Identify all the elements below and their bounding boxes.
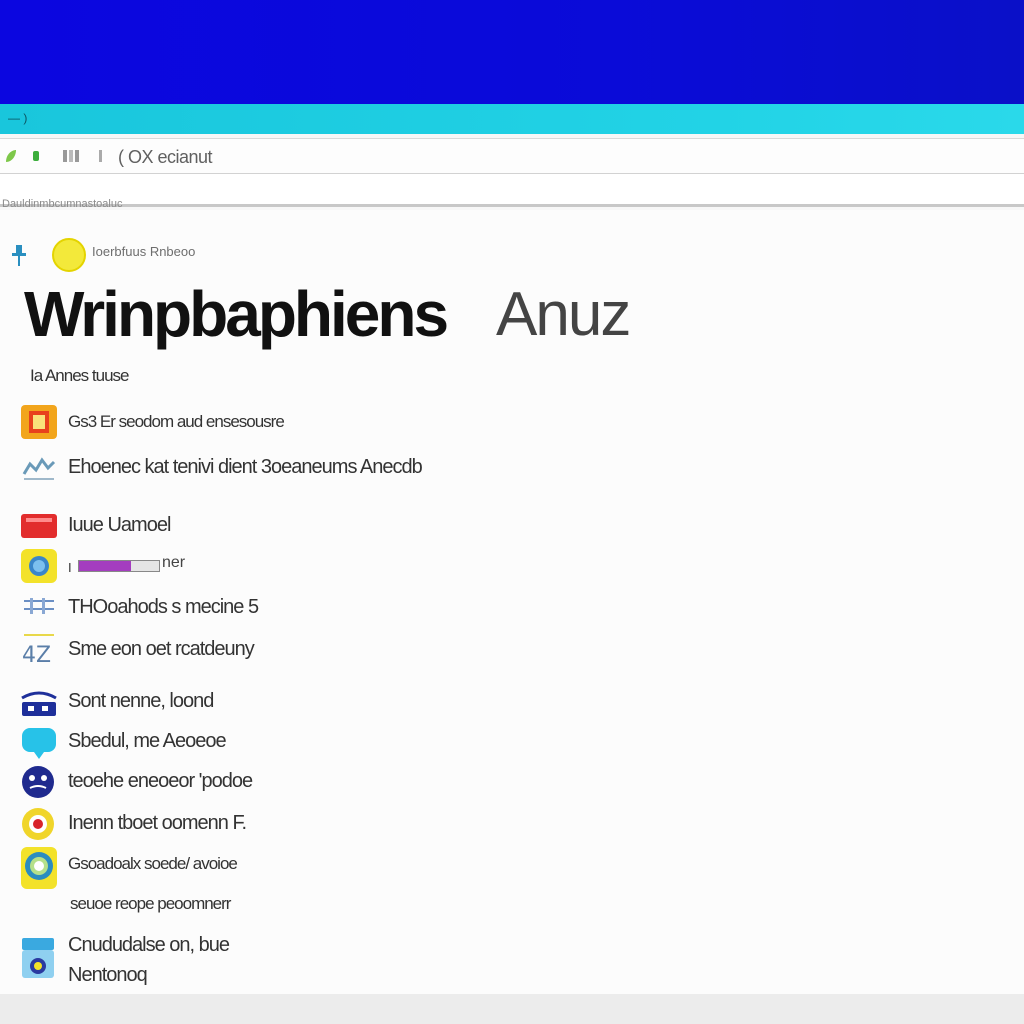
chat-icon bbox=[21, 549, 57, 583]
window-bottom-edge bbox=[0, 994, 1024, 1024]
pin-icon bbox=[12, 245, 26, 266]
list-item-label: Sont nenne, loond bbox=[68, 690, 214, 712]
list-item[interactable]: Ehoenec kat tenivi dient 3oeaneums Anecd… bbox=[0, 450, 700, 490]
list-item-label: teoehe eneoeor 'podoe bbox=[68, 770, 253, 792]
list-item-label: ner bbox=[162, 554, 186, 571]
grid-icon bbox=[24, 598, 54, 614]
sphere-icon bbox=[21, 847, 57, 889]
address-bar[interactable] bbox=[0, 174, 1024, 207]
green-leaf-icon[interactable] bbox=[30, 148, 44, 164]
list-item-label: Sme eon oet rcatdeuny bbox=[68, 638, 255, 660]
list-item[interactable]: Gsoadoalx soede/ avoioe seuoe reope peoo… bbox=[0, 846, 700, 922]
list-item[interactable]: teoehe eneoeor 'podoe bbox=[0, 764, 700, 804]
list-item-sublabel: Nentonoq bbox=[68, 964, 148, 986]
toolbar-label[interactable]: ( OX ecianut bbox=[118, 147, 213, 168]
list-item[interactable]: Gs3 Er seodom aud ensesousre bbox=[0, 404, 700, 444]
list-item-label: Ehoenec kat tenivi dient 3oeaneums Anecd… bbox=[68, 456, 423, 478]
page-title: Wrinpbaphiens bbox=[24, 278, 449, 350]
list-item-label: Gsoadoalx soede/ avoioe bbox=[68, 854, 238, 873]
list-item-label: Sbedul, me Aeoeoe bbox=[68, 730, 227, 752]
page-title-tail: Anuz bbox=[496, 280, 631, 349]
list-item[interactable]: THOoahods s mecine 5 bbox=[0, 590, 700, 630]
status-badge bbox=[52, 238, 86, 272]
laptop-icon bbox=[21, 691, 57, 716]
progress-fill bbox=[79, 561, 131, 571]
list-item-sublabel: seuoe reope peoomnerr bbox=[70, 894, 231, 913]
list-item[interactable]: Sbedul, me Aeoeoe bbox=[0, 724, 700, 764]
list-item-label: Gs3 Er seodom aud ensesousre bbox=[68, 412, 285, 431]
chart-icon bbox=[22, 457, 56, 480]
list-item-label: THOoahods s mecine 5 bbox=[68, 596, 259, 618]
list-item[interactable]: I ner bbox=[0, 548, 700, 588]
folder-icon bbox=[22, 938, 54, 978]
card-icon bbox=[21, 514, 57, 538]
list-item[interactable]: Iuue Uamoel bbox=[0, 508, 700, 548]
window-titlebar: — ) bbox=[0, 104, 1024, 134]
list-item[interactable]: Inenn tboet oomenn F. bbox=[0, 806, 700, 846]
window-title: — ) bbox=[8, 111, 28, 125]
tools-icon: 4Z bbox=[22, 634, 54, 668]
svg-text:4Z: 4Z bbox=[22, 643, 51, 668]
list-item-label: Iuue Uamoel bbox=[68, 514, 171, 536]
record-icon bbox=[22, 808, 54, 840]
list-item-label: Inenn tboet oomenn F. bbox=[68, 812, 247, 834]
progress-prefix: I bbox=[68, 560, 72, 575]
list-item-label: Cnududalse on, bue bbox=[68, 934, 230, 956]
document-icon bbox=[21, 405, 57, 439]
list-item[interactable]: Cnududalse on, bue Nentonoq bbox=[0, 928, 700, 988]
page-subtitle: Ia Annes tuuse bbox=[30, 366, 129, 385]
list-item[interactable]: Sont nenne, loond bbox=[0, 684, 700, 724]
columns-icon[interactable] bbox=[62, 148, 80, 164]
header-label: Ioerbfuus Rnbeoo bbox=[92, 244, 196, 259]
bar-icon[interactable] bbox=[94, 148, 108, 164]
list-item[interactable]: 4Z Sme eon oet rcatdeuny bbox=[0, 632, 700, 672]
progress-bar bbox=[78, 560, 160, 572]
toolbar: ( OX ecianut bbox=[0, 138, 1024, 174]
leaf-icon[interactable] bbox=[4, 148, 18, 164]
breadcrumb: Dauldinmbcumnastoaluc bbox=[2, 198, 123, 210]
message-icon bbox=[22, 728, 56, 759]
face-icon bbox=[22, 766, 54, 798]
desktop-background bbox=[0, 0, 1024, 104]
